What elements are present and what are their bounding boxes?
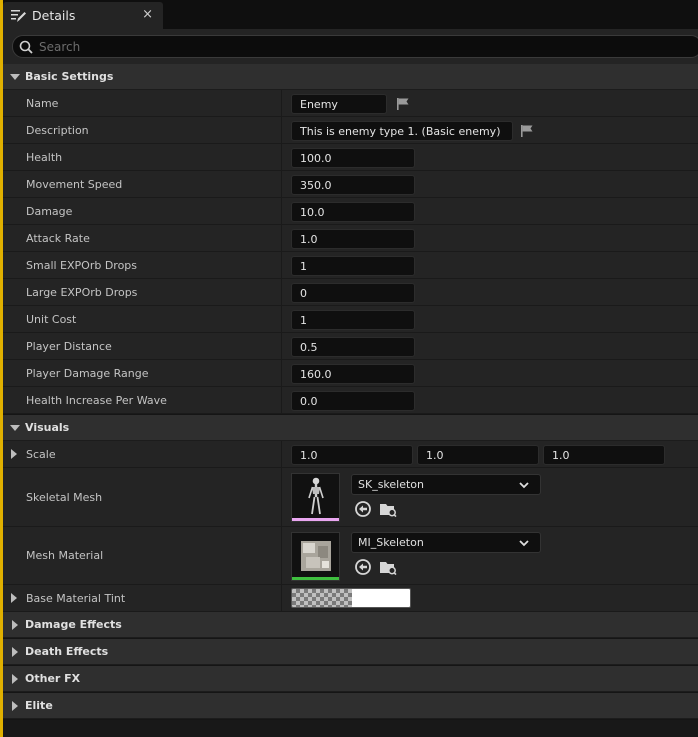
player-damage-range-field[interactable]	[291, 364, 415, 384]
tab-bar: Details ×	[3, 0, 698, 29]
color-swatch[interactable]	[291, 588, 411, 608]
use-selected-asset-icon[interactable]	[354, 558, 372, 576]
scale-x-field[interactable]	[291, 445, 413, 465]
color-preview	[352, 589, 410, 607]
expand-arrow-icon	[12, 619, 18, 630]
name-field[interactable]	[291, 94, 387, 114]
property-row-mesh-material: Mesh Material MI_Skeleton	[3, 527, 698, 585]
property-label: Small EXPOrb Drops	[26, 258, 138, 272]
property-row-skeletal-mesh: Skeletal Mesh SK_skeleton	[3, 468, 698, 527]
property-label: Attack Rate	[26, 231, 90, 245]
localization-flag-icon[interactable]	[520, 124, 534, 138]
property-label: Player Distance	[26, 339, 112, 353]
property-row-description: Description	[3, 117, 698, 144]
expand-arrow-icon	[12, 673, 18, 684]
large-exp-drops-field[interactable]	[291, 283, 415, 303]
property-label: Description	[26, 123, 89, 137]
asset-name: MI_Skeleton	[358, 536, 424, 549]
property-label: Name	[26, 96, 59, 110]
property-label: Mesh Material	[26, 549, 104, 562]
alpha-checker	[292, 589, 352, 607]
search-input[interactable]	[39, 39, 639, 54]
property-row-attack-rate: Attack Rate	[3, 225, 698, 252]
property-row-player-damage-range: Player Damage Range	[3, 360, 698, 387]
browse-folder-icon[interactable]	[379, 558, 397, 576]
property-label: Large EXPOrb Drops	[26, 285, 138, 299]
localization-flag-icon[interactable]	[396, 97, 410, 111]
player-distance-field[interactable]	[291, 337, 415, 357]
category-death-effects[interactable]: Death Effects	[3, 639, 698, 665]
category-label: Visuals	[25, 421, 70, 434]
property-label: Movement Speed	[26, 177, 123, 191]
use-selected-asset-icon[interactable]	[354, 500, 372, 518]
property-label: Player Damage Range	[26, 366, 149, 380]
property-row-name: Name	[3, 90, 698, 117]
asset-type-bar	[292, 577, 339, 580]
property-row-scale: Scale	[3, 441, 698, 468]
category-basic-settings[interactable]: Basic Settings	[3, 64, 698, 90]
category-label: Other FX	[25, 672, 81, 685]
category-other-fx[interactable]: Other FX	[3, 666, 698, 692]
property-label: Damage	[26, 204, 73, 218]
pencil-details-icon	[11, 9, 26, 22]
property-row-damage: Damage	[3, 198, 698, 225]
expand-arrow-icon	[10, 73, 20, 80]
category-label: Elite	[25, 699, 53, 712]
attack-rate-field[interactable]	[291, 229, 415, 249]
description-field[interactable]	[291, 121, 513, 141]
property-label: Skeletal Mesh	[26, 490, 103, 504]
material-preview-icon	[301, 541, 331, 571]
category-visuals[interactable]: Visuals	[3, 415, 698, 441]
scale-z-field[interactable]	[543, 445, 665, 465]
small-exp-drops-field[interactable]	[291, 256, 415, 276]
search-box[interactable]	[12, 35, 698, 58]
property-row-unit-cost: Unit Cost	[3, 306, 698, 333]
skeletal-mesh-asset-picker[interactable]: SK_skeleton	[351, 474, 541, 495]
category-label: Damage Effects	[25, 618, 122, 631]
search-row	[3, 29, 698, 64]
category-elite[interactable]: Elite	[3, 693, 698, 719]
property-row-small-exp-drops: Small EXPOrb Drops	[3, 252, 698, 279]
property-row-base-material-tint: Base Material Tint	[3, 585, 698, 612]
expand-arrow-icon	[10, 424, 20, 431]
empty-panel-area	[3, 720, 698, 737]
scale-y-field[interactable]	[417, 445, 539, 465]
tab-title: Details	[32, 8, 76, 23]
mesh-material-asset-picker[interactable]: MI_Skeleton	[351, 532, 541, 553]
close-tab-button[interactable]: ×	[142, 7, 153, 22]
property-label: Unit Cost	[26, 312, 77, 326]
property-label: Base Material Tint	[26, 591, 126, 605]
damage-field[interactable]	[291, 202, 415, 222]
movement-speed-field[interactable]	[291, 175, 415, 195]
skeletal-mesh-thumbnail[interactable]	[291, 473, 340, 522]
property-row-player-distance: Player Distance	[3, 333, 698, 360]
category-damage-effects[interactable]: Damage Effects	[3, 612, 698, 638]
property-row-movement-speed: Movement Speed	[3, 171, 698, 198]
chevron-down-icon	[519, 540, 529, 547]
browse-folder-icon[interactable]	[379, 500, 397, 518]
category-label: Death Effects	[25, 645, 109, 658]
expand-arrow-icon	[12, 700, 18, 711]
search-icon	[19, 40, 33, 54]
mesh-material-thumbnail[interactable]	[291, 532, 340, 581]
property-row-health-increase-per-wave: Health Increase Per Wave	[3, 387, 698, 414]
property-label: Health	[26, 150, 63, 164]
health-increase-field[interactable]	[291, 391, 415, 411]
asset-type-bar	[292, 518, 339, 521]
skeleton-figure-icon	[308, 477, 324, 515]
category-label: Basic Settings	[25, 70, 114, 83]
property-row-large-exp-drops: Large EXPOrb Drops	[3, 279, 698, 306]
asset-name: SK_skeleton	[358, 478, 425, 491]
property-label: Health Increase Per Wave	[26, 393, 167, 407]
expand-arrow-icon	[12, 646, 18, 657]
health-field[interactable]	[291, 148, 415, 168]
property-row-health: Health	[3, 144, 698, 171]
chevron-down-icon	[519, 482, 529, 489]
tab-details[interactable]: Details ×	[3, 2, 163, 29]
unit-cost-field[interactable]	[291, 310, 415, 330]
property-label: Scale	[26, 447, 56, 461]
